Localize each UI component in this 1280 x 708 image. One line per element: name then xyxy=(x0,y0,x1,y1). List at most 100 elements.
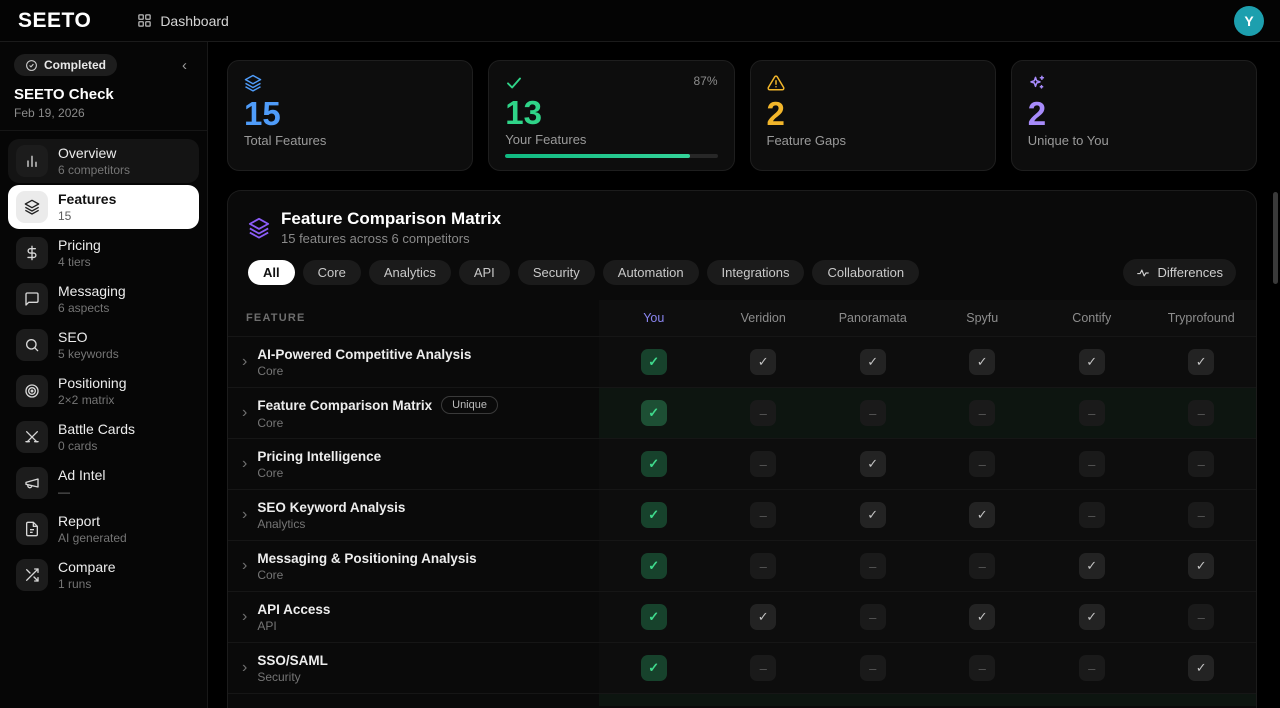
feature-name: Messaging & Positioning Analysis xyxy=(257,551,476,566)
cell[interactable] xyxy=(860,349,886,375)
cell[interactable] xyxy=(969,349,995,375)
table-row[interactable]: › SEO Keyword Analysis Analytics xyxy=(228,489,1256,540)
cell[interactable] xyxy=(1079,400,1105,426)
stats-row: 15 Total Features 87% 13 Your Features xyxy=(227,60,1257,171)
cell[interactable] xyxy=(750,604,776,630)
cell[interactable] xyxy=(969,502,995,528)
cell[interactable] xyxy=(750,553,776,579)
sidebar-item-positioning[interactable]: Positioning 2×2 matrix xyxy=(8,369,199,413)
differences-toggle[interactable]: Differences xyxy=(1123,259,1236,286)
sidebar-item-sub: 6 competitors xyxy=(58,163,130,177)
nav-dashboard-label: Dashboard xyxy=(160,13,229,29)
sidebar-item-messaging[interactable]: Messaging 6 aspects xyxy=(8,277,199,321)
feature-category: API xyxy=(257,619,330,633)
sidebar-item-overview[interactable]: Overview 6 competitors xyxy=(8,139,199,183)
circle-check-icon xyxy=(25,59,38,72)
sidebar-item-pricing[interactable]: Pricing 4 tiers xyxy=(8,231,199,275)
cell[interactable] xyxy=(969,604,995,630)
cell[interactable] xyxy=(969,655,995,681)
cell[interactable] xyxy=(969,451,995,477)
coverage-percent: 87% xyxy=(693,74,717,88)
cell[interactable] xyxy=(1188,349,1214,375)
chevron-right-icon[interactable]: › xyxy=(242,507,247,523)
chevron-right-icon[interactable]: › xyxy=(242,405,247,421)
scrollbar[interactable] xyxy=(1273,192,1278,284)
table-row[interactable]: › Feature Comparison Matrix Unique Core xyxy=(228,387,1256,438)
cell[interactable] xyxy=(1079,553,1105,579)
sidebar-item-label: Features xyxy=(58,191,116,208)
chevron-right-icon[interactable]: › xyxy=(242,609,247,625)
sidebar-item-compare[interactable]: Compare 1 runs xyxy=(8,553,199,597)
cell[interactable] xyxy=(860,604,886,630)
cell[interactable] xyxy=(1079,655,1105,681)
cell[interactable] xyxy=(750,655,776,681)
feature-name: Pricing Intelligence xyxy=(257,449,381,464)
cell-you[interactable] xyxy=(641,655,667,681)
sidebar-item-label: Report xyxy=(58,513,127,530)
feature-matrix-panel: Feature Comparison Matrix 15 features ac… xyxy=(227,190,1257,708)
sidebar-item-seo[interactable]: SEO 5 keywords xyxy=(8,323,199,367)
cell[interactable] xyxy=(750,451,776,477)
cell[interactable] xyxy=(860,400,886,426)
filter-chip-core[interactable]: Core xyxy=(303,260,361,285)
cell-you[interactable] xyxy=(641,553,667,579)
cell[interactable] xyxy=(1079,451,1105,477)
table-row[interactable]: › Messaging & Positioning Analysis Core xyxy=(228,540,1256,591)
chevron-right-icon[interactable]: › xyxy=(242,354,247,370)
sidebar: Completed ‹ SEETO Check Feb 19, 2026 Ove… xyxy=(0,42,208,708)
filter-chip-automation[interactable]: Automation xyxy=(603,260,699,285)
stat-label: Feature Gaps xyxy=(767,133,979,148)
cell-you[interactable] xyxy=(641,400,667,426)
cell[interactable] xyxy=(860,451,886,477)
shuffle-icon xyxy=(16,559,48,591)
cell[interactable] xyxy=(860,553,886,579)
sidebar-item-report[interactable]: Report AI generated xyxy=(8,507,199,551)
cell[interactable] xyxy=(860,502,886,528)
cell[interactable] xyxy=(1079,604,1105,630)
table-row[interactable]: › SSO/SAML Security xyxy=(228,642,1256,693)
cell[interactable] xyxy=(1079,502,1105,528)
chevron-right-icon[interactable]: › xyxy=(242,660,247,676)
table-row[interactable]: › API Access API xyxy=(228,591,1256,642)
sidebar-item-battle-cards[interactable]: Battle Cards 0 cards xyxy=(8,415,199,459)
chevron-right-icon[interactable]: › xyxy=(242,558,247,574)
table-row[interactable]: › Pricing Intelligence Core xyxy=(228,438,1256,489)
cell[interactable] xyxy=(1079,349,1105,375)
cell[interactable] xyxy=(1188,502,1214,528)
cell[interactable] xyxy=(969,400,995,426)
nav-dashboard[interactable]: Dashboard xyxy=(137,13,229,29)
filter-chip-analytics[interactable]: Analytics xyxy=(369,260,451,285)
cell[interactable] xyxy=(750,502,776,528)
sidebar-item-sub: 15 xyxy=(58,209,116,223)
cell[interactable] xyxy=(860,655,886,681)
cell-you[interactable] xyxy=(641,349,667,375)
avatar[interactable]: Y xyxy=(1234,6,1264,36)
cell[interactable] xyxy=(1188,451,1214,477)
progress-bar xyxy=(505,154,717,158)
cell[interactable] xyxy=(969,553,995,579)
sidebar-item-features[interactable]: Features 15 xyxy=(8,185,199,229)
cell-you[interactable] xyxy=(641,451,667,477)
sidebar-item-ad-intel[interactable]: Ad Intel — xyxy=(8,461,199,505)
cell[interactable] xyxy=(1188,604,1214,630)
sidebar-item-sub: 5 keywords xyxy=(58,347,119,361)
filter-chip-all[interactable]: All xyxy=(248,260,295,285)
sidebar-collapse-button[interactable]: ‹ xyxy=(176,57,193,74)
cell[interactable] xyxy=(750,400,776,426)
stat-label: Unique to You xyxy=(1028,133,1240,148)
table-row[interactable]: › AI-Powered Competitive Analysis Core xyxy=(228,336,1256,387)
filter-chip-collaboration[interactable]: Collaboration xyxy=(812,260,919,285)
message-icon xyxy=(16,283,48,315)
chevron-right-icon[interactable]: › xyxy=(242,456,247,472)
cell[interactable] xyxy=(1188,400,1214,426)
cell[interactable] xyxy=(1188,553,1214,579)
filter-chip-integrations[interactable]: Integrations xyxy=(707,260,805,285)
stat-value: 13 xyxy=(505,95,717,131)
filter-chip-api[interactable]: API xyxy=(459,260,510,285)
filter-chip-security[interactable]: Security xyxy=(518,260,595,285)
cell-you[interactable] xyxy=(641,604,667,630)
cell[interactable] xyxy=(1188,655,1214,681)
stat-card-feature-gaps: 2 Feature Gaps xyxy=(750,60,996,171)
cell[interactable] xyxy=(750,349,776,375)
cell-you[interactable] xyxy=(641,502,667,528)
